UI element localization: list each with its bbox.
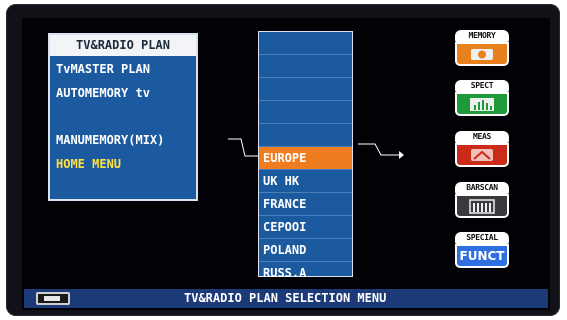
measure-icon: [471, 149, 493, 161]
battery-icon: [36, 292, 70, 305]
status-text: TV&RADIO PLAN SELECTION MENU: [184, 291, 387, 305]
menu-item-automemory-tv[interactable]: AUTOMEMORY tv: [56, 86, 150, 100]
screen: TV&RADIO PLAN TvMASTER PLAN AUTOMEMORY t…: [22, 18, 550, 310]
list-row-empty: [259, 32, 352, 55]
meas-label: MEAS: [455, 131, 509, 143]
barscan-button[interactable]: BARSCAN: [452, 182, 512, 218]
plan-menu: TV&RADIO PLAN TvMASTER PLAN AUTOMEMORY t…: [48, 33, 198, 201]
list-row-cepooi[interactable]: CEPOOI: [259, 216, 352, 239]
memory-icon: [471, 49, 493, 60]
menu-item-tvmaster-plan[interactable]: TvMASTER PLAN: [56, 62, 150, 76]
list-row-poland[interactable]: POLAND: [259, 239, 352, 262]
special-funct-button[interactable]: SPECIAL FUNCT: [452, 232, 512, 268]
list-row-empty: [259, 78, 352, 101]
spect-label: SPECT: [455, 80, 509, 92]
memory-label: MEMORY: [455, 30, 509, 42]
country-plan-list: EUROPE UK HK FRANCE CEPOOI POLAND RUSS.A: [258, 31, 353, 280]
special-label: SPECIAL: [455, 232, 509, 244]
list-row-empty: [259, 55, 352, 78]
spect-button[interactable]: SPECT: [452, 80, 512, 116]
list-row-uk-hk[interactable]: UK HK: [259, 170, 352, 193]
menu-item-manumemory-mix[interactable]: MANUMEMORY(MIX): [56, 133, 164, 147]
status-bar: TV&RADIO PLAN SELECTION MENU: [24, 289, 548, 308]
list-row-france[interactable]: FRANCE: [259, 193, 352, 216]
device-frame: TV&RADIO PLAN TvMASTER PLAN AUTOMEMORY t…: [6, 4, 560, 316]
spectrum-icon: [470, 98, 494, 111]
list-row-europe[interactable]: EUROPE: [259, 147, 352, 170]
barscan-icon: [469, 199, 495, 214]
barscan-label: BARSCAN: [455, 182, 509, 194]
connector-arrow-icon: [358, 143, 404, 159]
menu-title: TV&RADIO PLAN: [50, 35, 196, 56]
funct-label: FUNCT: [459, 249, 505, 263]
meas-button[interactable]: MEAS: [452, 131, 512, 167]
list-row-russ-a[interactable]: RUSS.A: [259, 262, 352, 285]
list-row-empty: [259, 124, 352, 147]
memory-button[interactable]: MEMORY: [452, 30, 512, 66]
menu-item-home-menu[interactable]: HOME MENU: [56, 157, 121, 171]
list-row-empty: [259, 101, 352, 124]
